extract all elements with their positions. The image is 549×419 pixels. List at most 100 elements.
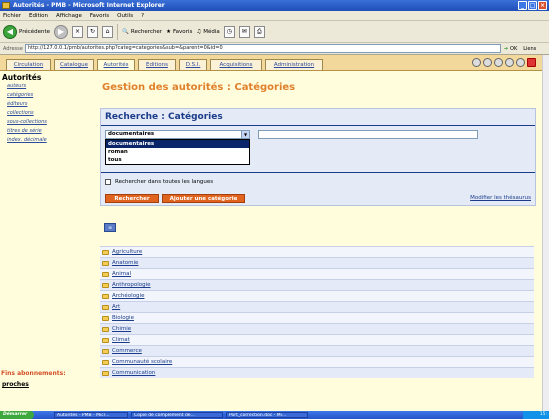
sidebar-item-titres-de-serie[interactable]: titres de série (7, 127, 95, 136)
settings-icon[interactable] (494, 58, 503, 67)
sidebar: Autorités auteurs catégories éditeurs co… (0, 72, 95, 411)
category-link[interactable]: Communication (112, 370, 155, 376)
start-button[interactable]: Démarrer (0, 411, 34, 419)
links-label[interactable]: Liens (523, 46, 536, 52)
sidebar-item-editeurs[interactable]: éditeurs (7, 100, 95, 109)
print-page-icon[interactable] (516, 58, 525, 67)
address-bar: Adresse http://127.0.0.1/pmb/autorites.p… (0, 43, 549, 55)
category-row: Communauté scolaire (100, 356, 534, 367)
favorites-button[interactable]: ★ Favoris (166, 24, 192, 40)
thesaurus-select[interactable]: documentaires ▼ (105, 130, 250, 139)
window-titlebar: Autorités - PMB - Microsoft Internet Exp… (0, 0, 549, 11)
taskbar-item-copie[interactable]: Copie de complement de... (131, 412, 223, 418)
folder-icon (102, 348, 109, 354)
subscription-alert-link[interactable]: proches (2, 381, 29, 388)
dropdown-option-documentaires[interactable]: documentaires (106, 140, 249, 148)
menu-outils[interactable]: Outils (117, 11, 133, 20)
category-link[interactable]: Art (112, 304, 120, 310)
sidebar-item-collections[interactable]: collections (7, 109, 95, 118)
menu-help[interactable]: ? (141, 11, 144, 20)
help-icon[interactable] (472, 58, 481, 67)
search-icon: 🔍 (122, 28, 129, 35)
category-link[interactable]: Biologie (112, 315, 134, 321)
taskbar: Démarrer Autorités - PMB - Micr... Copie… (0, 411, 549, 419)
search-form: Recherche : Catégories documentaires ▼ d… (100, 108, 536, 206)
back-arrow-icon: ◀ (3, 24, 17, 39)
close-button[interactable]: × (538, 1, 547, 10)
tab-autorites[interactable]: Autorités (97, 59, 135, 70)
category-link[interactable]: Commerce (112, 348, 142, 354)
ie-icon (2, 2, 10, 9)
vertical-scrollbar[interactable] (542, 55, 549, 411)
add-category-button[interactable]: Ajouter une catégorie (162, 194, 245, 203)
search-button[interactable]: Rechercher (105, 194, 159, 203)
category-link[interactable]: Chimie (112, 326, 131, 332)
category-link[interactable]: Communauté scolaire (112, 359, 172, 365)
go-button[interactable]: ➔ OK (504, 46, 517, 52)
folder-icon (102, 326, 109, 332)
chevron-down-icon: ▼ (241, 131, 249, 138)
history-icon[interactable]: ◷ (223, 25, 235, 38)
media-button[interactable]: ♫ Média (196, 24, 219, 40)
category-link[interactable]: Climat (112, 337, 130, 343)
folder-icon (102, 359, 109, 365)
print-icon[interactable]: ⎙ (253, 25, 265, 38)
tab-acquisitions[interactable]: Acquisitions (210, 59, 262, 70)
search-title: Recherche : Catégories (105, 112, 223, 122)
category-row: Biologie (100, 312, 534, 323)
stop-icon[interactable]: × (72, 25, 84, 38)
sidebar-item-sous-collections[interactable]: sous-collections (7, 118, 95, 127)
category-row: Agriculture (100, 246, 534, 257)
taskbar-item-pmb[interactable]: Autorités - PMB - Micr... (54, 412, 128, 418)
menu-affichage[interactable]: Affichage (56, 11, 82, 20)
logout-icon[interactable] (527, 58, 536, 67)
menu-favoris[interactable]: Favoris (90, 11, 109, 20)
tab-editions[interactable]: Editions (138, 59, 176, 70)
refresh-icon[interactable]: ↻ (87, 25, 99, 38)
search-input[interactable] (258, 130, 478, 139)
forward-arrow-icon: ▶ (54, 24, 69, 39)
category-link[interactable]: Archéologie (112, 293, 144, 299)
category-row: Animal (100, 268, 534, 279)
star-icon: ★ (166, 28, 172, 35)
category-link[interactable]: Agriculture (112, 249, 142, 255)
sidebar-item-index-decimale[interactable]: index. décimale (7, 136, 95, 145)
category-link[interactable]: Animal (112, 271, 131, 277)
mail-icon[interactable]: ✉ (238, 25, 250, 38)
maximize-button[interactable]: □ (528, 1, 537, 10)
address-input[interactable]: http://127.0.0.1/pmb/autorites.php?categ… (24, 44, 501, 53)
category-link[interactable]: Anatomie (112, 260, 138, 266)
back-button[interactable]: ◀ Précédente (3, 24, 50, 40)
tab-dsi[interactable]: D.S.I. (179, 59, 207, 70)
tab-administration[interactable]: Administration (265, 59, 323, 70)
folder-icon (102, 282, 109, 288)
forward-button[interactable]: ▶ (54, 24, 69, 40)
info-icon[interactable] (483, 58, 492, 67)
menu-fichier[interactable]: Fichier (3, 11, 21, 20)
tree-view-icon[interactable]: ⊞ (104, 223, 116, 232)
menu-edition[interactable]: Edition (29, 11, 48, 20)
category-row: Communication (100, 367, 534, 378)
folder-icon (102, 260, 109, 266)
taskbar-item-word[interactable]: Port_correction.doc - Mi... (226, 412, 308, 418)
home-page-icon[interactable] (505, 58, 514, 67)
all-languages-checkbox[interactable] (105, 179, 111, 185)
minimize-button[interactable]: _ (518, 1, 527, 10)
category-link[interactable]: Anthropologie (112, 282, 151, 288)
form-divider (101, 172, 535, 173)
sidebar-item-categories[interactable]: catégories (7, 91, 95, 100)
edit-thesaurus-link[interactable]: Modifier les thésaurus (470, 195, 531, 201)
search-button[interactable]: 🔍 Rechercher (122, 24, 162, 40)
home-icon[interactable]: ⌂ (102, 25, 114, 38)
subscription-alert-label: Fins abonnements: (1, 370, 66, 377)
clock: 15: (523, 411, 549, 419)
dropdown-option-tous[interactable]: tous (106, 156, 249, 164)
address-label: Adresse (3, 45, 23, 52)
tab-circulation[interactable]: Circulation (6, 59, 51, 70)
all-languages-label: Rechercher dans toutes les langues (115, 179, 214, 185)
dropdown-option-roman[interactable]: roman (106, 148, 249, 156)
folder-icon (102, 304, 109, 310)
sidebar-item-auteurs[interactable]: auteurs (7, 82, 95, 91)
all-languages-option: Rechercher dans toutes les langues (105, 179, 213, 185)
tab-catalogue[interactable]: Catalogue (54, 59, 94, 70)
